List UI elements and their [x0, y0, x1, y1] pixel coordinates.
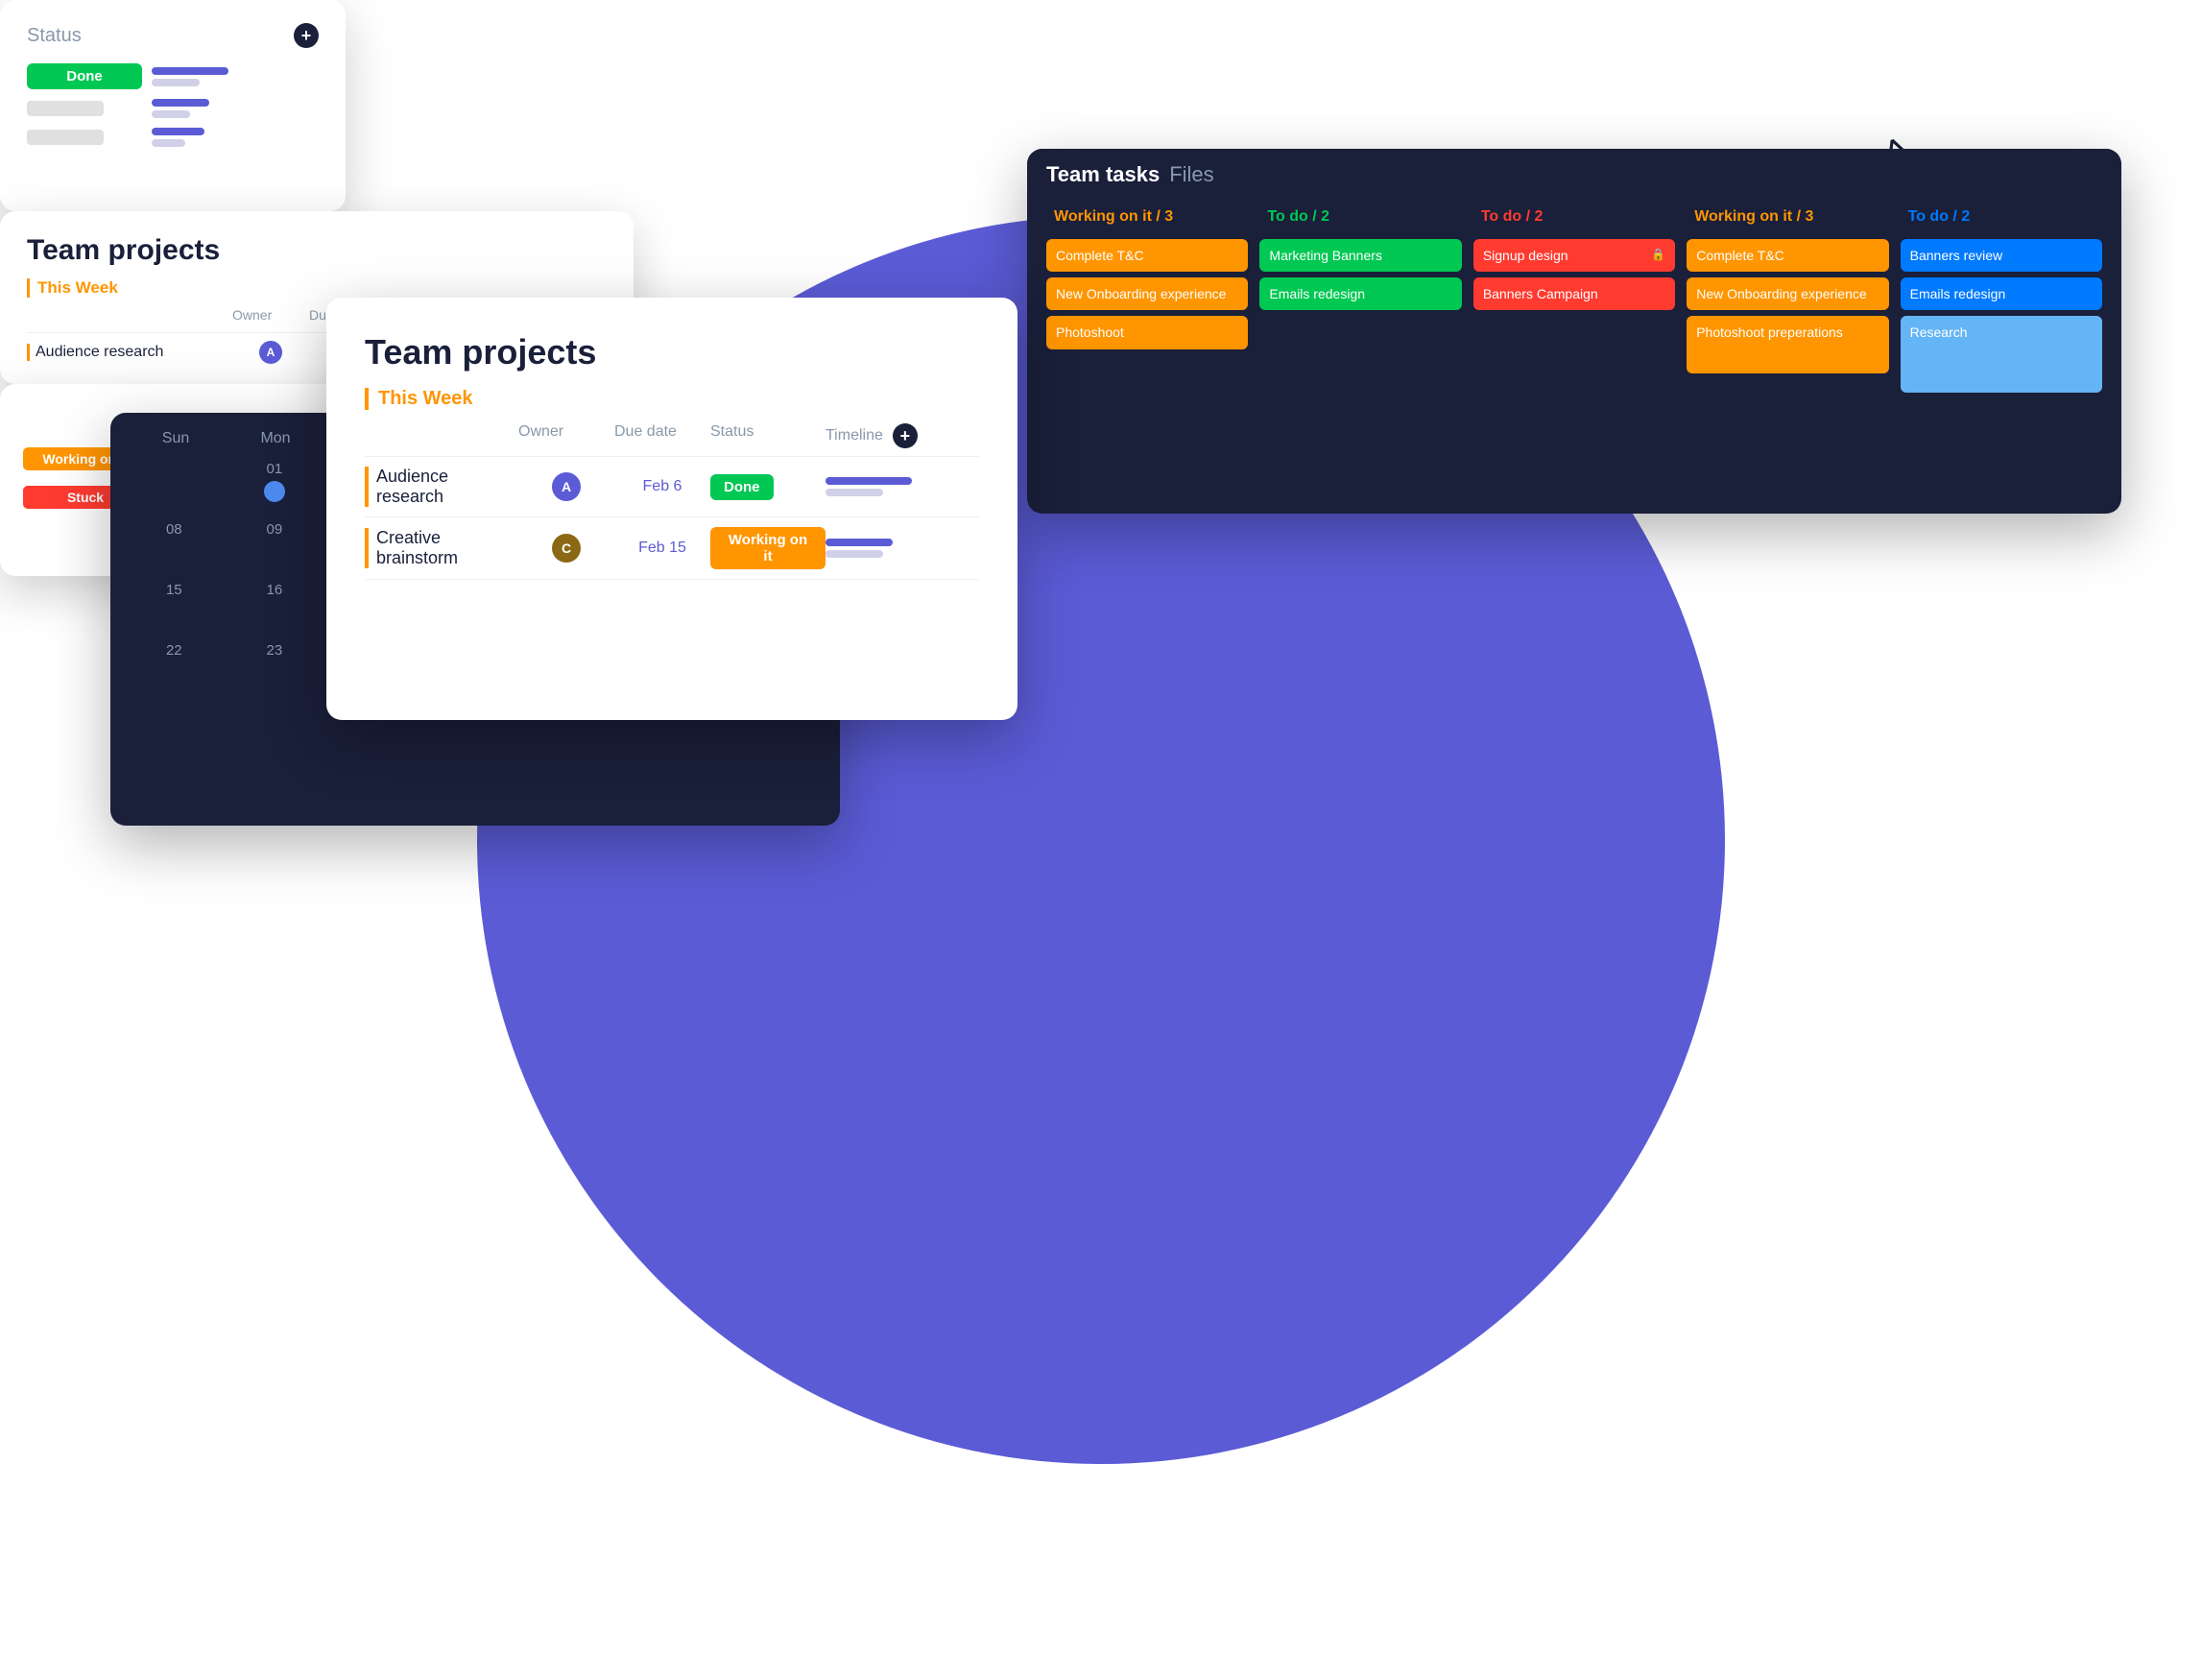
kanban-card[interactable]: Banners Campaign	[1473, 277, 1675, 310]
col-task	[27, 307, 232, 326]
kanban-card[interactable]: New Onboarding experience	[1687, 277, 1888, 310]
status-badge: Done	[27, 63, 142, 89]
kanban-card[interactable]: Banners review	[1901, 239, 2102, 272]
timeline-cell	[826, 477, 979, 496]
cal-cell[interactable]	[126, 453, 223, 510]
main-project-panel: Team projects This Week Owner Due date S…	[326, 298, 1017, 720]
status-panel-title: Status	[27, 25, 82, 47]
avatar: A	[259, 341, 282, 364]
kanban-header: Team tasks Files	[1027, 149, 2121, 201]
due-date-cell: Feb 15	[614, 540, 710, 557]
kanban-card[interactable]: Complete T&C	[1687, 239, 1888, 272]
cal-cell[interactable]: 08	[126, 514, 223, 570]
cal-cell[interactable]: 01	[227, 453, 323, 510]
tbar-light	[152, 139, 185, 147]
timeline-bar-light	[826, 550, 883, 558]
kanban-col-1-header: Working on it / 3	[1046, 201, 1248, 233]
kanban-card[interactable]: Photoshoot preperations	[1687, 316, 1888, 373]
timeline-bar-light	[826, 489, 883, 496]
kanban-col-2: To do / 2 Marketing Banners Emails redes…	[1259, 201, 1461, 398]
empty-cell	[27, 130, 104, 145]
avatar: C	[552, 534, 581, 563]
timeline-cell	[826, 539, 979, 558]
kanban-col-1: Working on it / 3 Complete T&C New Onboa…	[1046, 201, 1248, 398]
kanban-card[interactable]: Emails redesign	[1259, 277, 1461, 310]
status-cell: Done	[710, 474, 826, 500]
tbar	[152, 67, 228, 75]
cal-cell[interactable]: 22	[126, 635, 223, 683]
status-panel-header: Status +	[27, 23, 319, 48]
empty-cell	[27, 101, 104, 116]
kanban-col-3: To do / 2 Signup design 🔒 Banners Campai…	[1473, 201, 1675, 398]
owner-cell: A	[518, 472, 614, 501]
kanban-panel: Team tasks Files Working on it / 3 Compl…	[1027, 149, 2121, 514]
kanban-card[interactable]: New Onboarding experience	[1046, 277, 1248, 310]
tbar-light	[152, 79, 200, 86]
col-header-owner: Owner	[518, 423, 614, 448]
kanban-card[interactable]: Marketing Banners	[1259, 239, 1461, 272]
kanban-col-5-header: To do / 2	[1901, 201, 2102, 233]
timeline-bars	[152, 99, 305, 118]
col-header-status: Status	[710, 423, 826, 448]
tbar	[152, 99, 209, 107]
kanban-card[interactable]: Emails redesign	[1901, 277, 2102, 310]
cal-day-mon: Mon	[226, 424, 325, 453]
kanban-card[interactable]: Complete T&C	[1046, 239, 1248, 272]
timeline-bar-filled	[826, 477, 912, 485]
bottom-task-name[interactable]: Audience research	[27, 344, 232, 361]
tbar	[152, 128, 204, 135]
status-row: Done	[27, 63, 319, 89]
kanban-title: Team tasks	[1046, 162, 1160, 187]
bottom-project-title: Team projects	[27, 234, 607, 267]
status-row	[27, 99, 319, 118]
bottom-section-label: This Week	[27, 278, 607, 298]
status-row	[27, 128, 319, 147]
timeline-bars	[152, 128, 305, 147]
task-name-creative-brainstorm[interactable]: Creative brainstorm	[365, 528, 518, 568]
cal-cell[interactable]: 23	[227, 635, 323, 683]
kanban-card[interactable]: Signup design 🔒	[1473, 239, 1675, 272]
bottom-owner: A	[232, 341, 309, 364]
status-badge-done: Done	[710, 474, 774, 500]
cal-day-sun: Sun	[126, 424, 226, 453]
table-row: Creative brainstorm C Feb 15 Working on …	[365, 517, 979, 580]
col-owner: Owner	[232, 307, 309, 326]
section-label: This Week	[365, 388, 979, 410]
kanban-subtitle: Files	[1169, 162, 1213, 187]
timeline-bar-filled	[826, 539, 893, 546]
status-cell: Working on it	[710, 527, 826, 569]
table-row: Audience research A Feb 6 Done	[365, 457, 979, 517]
kanban-col-5: To do / 2 Banners review Emails redesign…	[1901, 201, 2102, 398]
cal-cell[interactable]: 15	[126, 574, 223, 631]
tbar-light	[152, 110, 190, 118]
col-header-due: Due date	[614, 423, 710, 448]
add-column-button[interactable]: +	[893, 423, 918, 448]
due-date-cell: Feb 6	[614, 478, 710, 495]
kanban-col-4-header: Working on it / 3	[1687, 201, 1888, 233]
status-panel: Status + Done	[0, 0, 346, 211]
owner-cell: C	[518, 534, 614, 563]
add-status-button[interactable]: +	[294, 23, 319, 48]
avatar: A	[552, 472, 581, 501]
kanban-body: Working on it / 3 Complete T&C New Onboa…	[1027, 201, 2121, 414]
kanban-card[interactable]: Photoshoot	[1046, 316, 1248, 348]
col-header-timeline: Timeline	[826, 427, 883, 444]
cal-cell[interactable]: 16	[227, 574, 323, 631]
col-header-task	[365, 423, 518, 448]
project-title: Team projects	[365, 332, 979, 372]
cal-cell[interactable]: 09	[227, 514, 323, 570]
table-header: Owner Due date Status Timeline +	[365, 423, 979, 457]
kanban-col-3-header: To do / 2	[1473, 201, 1675, 233]
kanban-col-4: Working on it / 3 Complete T&C New Onboa…	[1687, 201, 1888, 398]
kanban-card[interactable]: Research	[1901, 316, 2102, 393]
task-name-audience-research[interactable]: Audience research	[365, 467, 518, 507]
timeline-bars	[152, 67, 305, 86]
kanban-col-2-header: To do / 2	[1259, 201, 1461, 233]
status-badge-working: Working on it	[710, 527, 826, 569]
